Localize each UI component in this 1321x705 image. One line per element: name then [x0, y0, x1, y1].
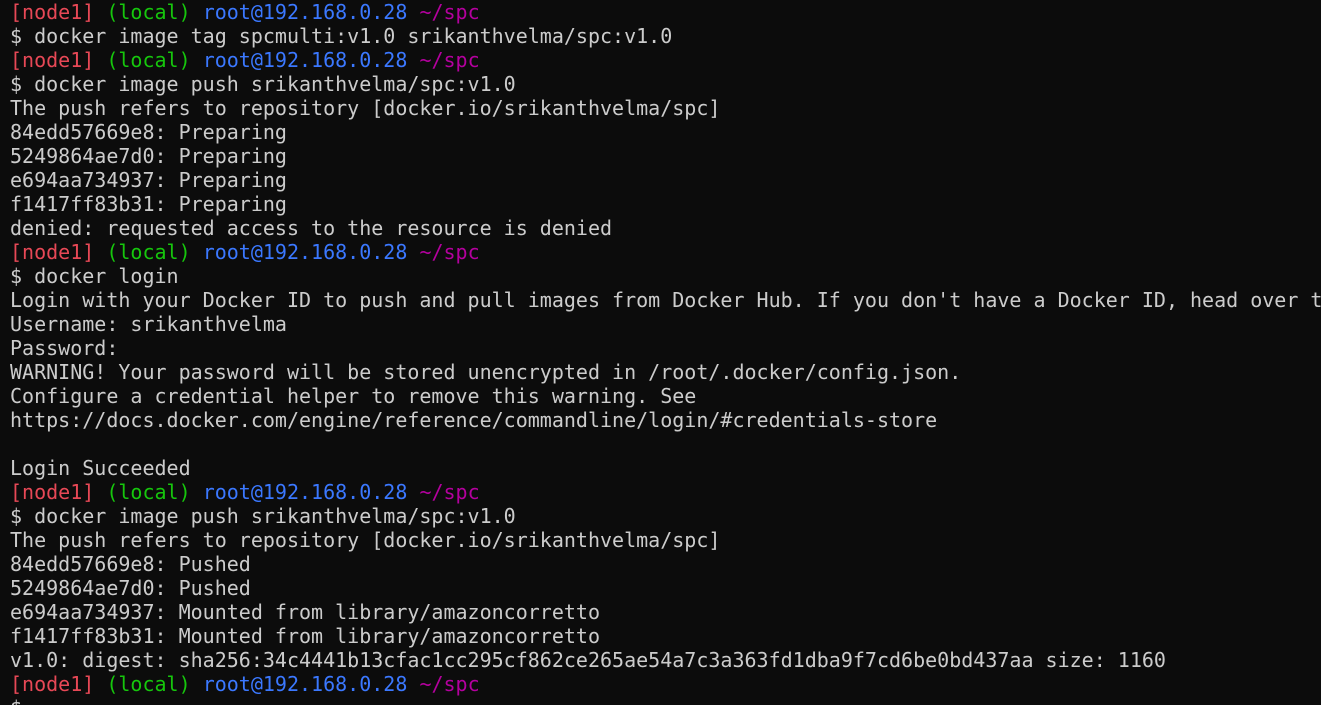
prompt-local-label: (local) [106, 672, 191, 696]
prompt-path: ~/spc [419, 480, 480, 504]
prompt-path: ~/spc [419, 0, 480, 24]
terminal-window[interactable]: [node1] (local) root@192.168.0.28 ~/spc $… [0, 0, 1321, 705]
output-line: The push refers to repository [docker.io… [10, 528, 721, 552]
prompt-user-host: root@192.168.0.28 [202, 240, 408, 264]
output-line: f1417ff83b31: Mounted from library/amazo… [10, 624, 601, 648]
prompt-line: [node1] (local) root@192.168.0.28 ~/spc [10, 480, 1321, 504]
output-line: v1.0: digest: sha256:34c4441b13cfac1cc29… [10, 648, 1166, 672]
prompt-node-label: [node1] [10, 48, 95, 72]
output-line: $ docker login [10, 264, 179, 288]
output-line: Configure a credential helper to remove … [10, 384, 697, 408]
output-line: e694aa734937: Mounted from library/amazo… [10, 600, 601, 624]
output-line: f1417ff83b31: Preparing [10, 192, 287, 216]
output-line: $ docker image push srikanthvelma/spc:v1… [10, 72, 516, 96]
prompt-path: ~/spc [419, 240, 480, 264]
prompt-local-label: (local) [106, 48, 191, 72]
output-line: $ docker image push srikanthvelma/spc:v1… [10, 504, 516, 528]
output-line: 84edd57669e8: Preparing [10, 120, 287, 144]
output-line: 84edd57669e8: Pushed [10, 552, 251, 576]
output-line: 5249864ae7d0: Preparing [10, 144, 287, 168]
output-line: Password: [10, 336, 119, 360]
output-line: https://docs.docker.com/engine/reference… [10, 408, 938, 432]
prompt-user-host: root@192.168.0.28 [202, 480, 408, 504]
output-line: $ [10, 696, 1321, 705]
output-line: e694aa734937: Preparing [10, 168, 287, 192]
output-line: denied: requested access to the resource… [10, 216, 613, 240]
prompt-user-host: root@192.168.0.28 [202, 672, 408, 696]
prompt-path: ~/spc [419, 672, 480, 696]
prompt-line: [node1] (local) root@192.168.0.28 ~/spc [10, 240, 1321, 264]
output-line: Login with your Docker ID to push and pu… [10, 288, 1321, 312]
output-line: The push refers to repository [docker.io… [10, 96, 721, 120]
prompt-path: ~/spc [419, 48, 480, 72]
prompt-user-host: root@192.168.0.28 [202, 0, 408, 24]
output-line: Login Succeeded [10, 456, 191, 480]
prompt-node-label: [node1] [10, 240, 95, 264]
prompt-node-label: [node1] [10, 480, 95, 504]
prompt-node-label: [node1] [10, 0, 95, 24]
prompt-local-label: (local) [106, 0, 191, 24]
prompt-node-label: [node1] [10, 672, 95, 696]
prompt-local-label: (local) [106, 480, 191, 504]
prompt-local-label: (local) [106, 240, 191, 264]
output-line: $ docker image tag spcmulti:v1.0 srikant… [10, 24, 673, 48]
output-line: Username: srikanthvelma [10, 312, 287, 336]
prompt-line: [node1] (local) root@192.168.0.28 ~/spc [10, 48, 1321, 72]
prompt-line: [node1] (local) root@192.168.0.28 ~/spc [10, 0, 1321, 24]
prompt-line: [node1] (local) root@192.168.0.28 ~/spc [10, 672, 1321, 696]
prompt-user-host: root@192.168.0.28 [202, 48, 408, 72]
output-line: WARNING! Your password will be stored un… [10, 360, 962, 384]
output-line: 5249864ae7d0: Pushed [10, 576, 251, 600]
